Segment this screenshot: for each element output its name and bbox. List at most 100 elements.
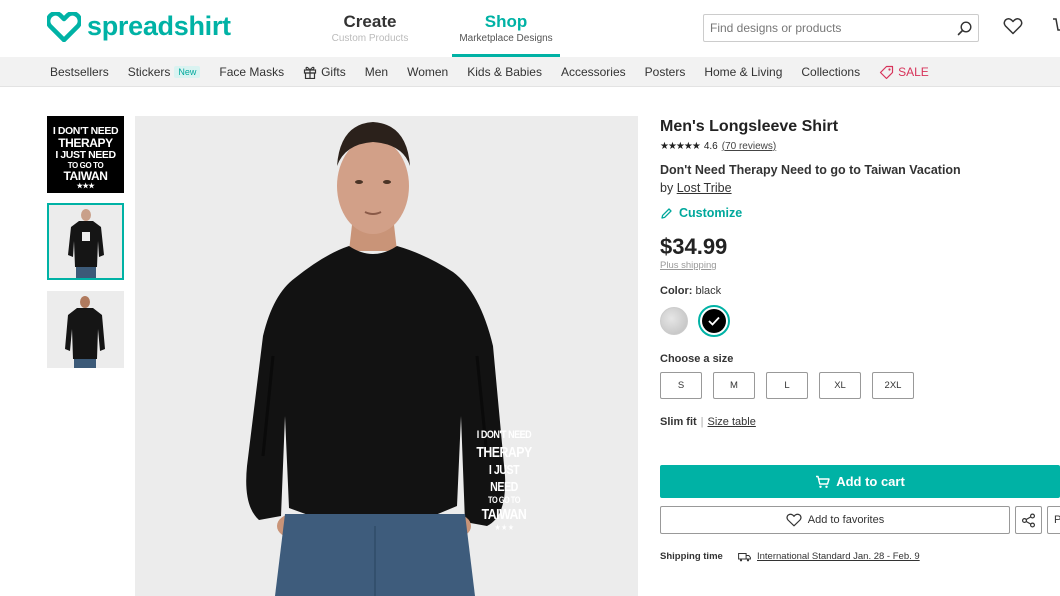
category-kids-babies[interactable]: Kids & Babies (467, 65, 542, 79)
color-swatch-black[interactable] (698, 305, 730, 337)
extra-action-button[interactable]: P (1047, 506, 1060, 534)
size-l-button[interactable]: L (766, 372, 808, 399)
category-label: Kids & Babies (467, 65, 542, 79)
category-stickers[interactable]: Stickers New (128, 65, 201, 79)
nav-create-sublabel: Custom Products (331, 33, 409, 44)
heart-icon (786, 513, 802, 527)
print-line: TAIWAN (63, 169, 108, 183)
rating-row: ★★★★★ 4.6 (70 reviews) (660, 139, 1060, 153)
thumbnail-model-back[interactable] (47, 291, 124, 368)
cart-icon (1053, 18, 1060, 31)
size-m-button[interactable]: M (713, 372, 755, 399)
new-badge: New (174, 66, 201, 78)
print-line: TAIWAN (481, 506, 527, 523)
search-input[interactable] (704, 15, 950, 41)
favorites-button[interactable] (1003, 17, 1023, 40)
fit-separator: | (700, 416, 704, 428)
print-line: I DON'T NEED (476, 429, 532, 441)
category-label: Women (407, 65, 449, 79)
size-options: S M L XL 2XL (660, 372, 1060, 399)
thumbnail-print-text: I DON'T NEED THERAPY I JUST NEED TO GO T… (47, 116, 124, 191)
category-label: Accessories (560, 65, 626, 79)
print-line: THERAPY (476, 444, 532, 461)
nav-create[interactable]: Create Custom Products (330, 12, 410, 44)
color-label-key: Color: (660, 285, 693, 297)
color-value: black (695, 285, 722, 297)
nav-shop-label: Shop (484, 12, 528, 31)
print-line: TO GO TO (488, 495, 520, 505)
print-line: ★★★ (76, 183, 95, 190)
shipping-time-label: Shipping time (660, 551, 723, 562)
truck-icon (738, 552, 751, 562)
checkmark-icon (708, 316, 720, 326)
category-label: Posters (644, 65, 686, 79)
main-product-image[interactable]: I DON'T NEED THERAPY I JUST NEED TO GO T… (135, 116, 638, 596)
color-swatches (660, 305, 1060, 337)
plus-shipping-link[interactable]: Plus shipping (660, 260, 1060, 271)
price: $34.99 (660, 234, 728, 259)
size-s-button[interactable]: S (660, 372, 702, 399)
customize-button[interactable]: Customize (660, 206, 1060, 220)
category-accessories[interactable]: Accessories (561, 65, 626, 79)
color-swatch-gray[interactable] (660, 307, 688, 335)
category-label: SALE (898, 65, 929, 79)
thumbnail-model-front[interactable] (47, 203, 124, 280)
customize-label: Customize (679, 206, 743, 220)
shipping-time-link[interactable]: International Standard Jan. 28 - Feb. 9 (757, 551, 920, 562)
cart-icon (816, 475, 830, 488)
category-label: Stickers (127, 65, 171, 79)
model-back-thumb-image (47, 291, 124, 368)
pencil-icon (661, 207, 672, 219)
category-men[interactable]: Men (365, 65, 388, 79)
category-posters[interactable]: Posters (645, 65, 686, 79)
category-collections[interactable]: Collections (801, 65, 860, 79)
category-women[interactable]: Women (407, 65, 448, 79)
size-table-link[interactable]: Size table (708, 416, 756, 428)
search-button[interactable] (950, 15, 978, 41)
category-bar: Bestsellers Stickers New Face Masks Gifts… (0, 57, 1060, 87)
nav-shop-sublabel: Marketplace Designs (459, 33, 553, 44)
category-face-masks[interactable]: Face Masks (219, 65, 284, 79)
category-label: Bestsellers (50, 65, 109, 79)
category-label: Gifts (321, 65, 346, 79)
product-title: Men's Longsleeve Shirt (660, 118, 839, 135)
reviews-link[interactable]: (70 reviews) (722, 141, 776, 152)
site-header: spreadshirt Create Custom Products Shop … (0, 0, 1060, 57)
color-label: Color: black (660, 285, 1060, 297)
model-photo (246, 122, 506, 596)
category-home-living[interactable]: Home & Living (704, 65, 782, 79)
size-xl-button[interactable]: XL (819, 372, 861, 399)
shipping-time-row: Shipping time International Standard Jan… (660, 551, 1060, 562)
add-to-favorites-button[interactable]: Add to favorites (660, 506, 1010, 534)
rating-value: 4.6 (703, 140, 718, 152)
product-info-panel: Men's Longsleeve Shirt ★★★★★ 4.6 (70 rev… (660, 116, 1060, 562)
nav-shop[interactable]: Shop Marketplace Designs (452, 12, 560, 57)
category-sale[interactable]: SALE (879, 65, 929, 80)
designer-link[interactable]: Lost Tribe (677, 181, 732, 195)
print-line: I JUST NEED (488, 462, 520, 494)
gift-icon (303, 66, 317, 79)
search-box (703, 14, 979, 42)
cart-button[interactable] (1052, 17, 1060, 37)
size-2xl-button[interactable]: 2XL (872, 372, 914, 399)
designer-line: by Lost Tribe (660, 181, 1060, 195)
heart-logo-icon (47, 11, 81, 42)
share-button[interactable] (1015, 506, 1042, 534)
size-label: Choose a size (660, 353, 734, 365)
by-prefix: by (660, 181, 674, 195)
color-swatch-black-fill (702, 309, 726, 333)
spreadshirt-logo[interactable]: spreadshirt (47, 11, 231, 42)
category-label: Home & Living (704, 65, 783, 79)
logo-text: spreadshirt (87, 11, 231, 41)
add-to-favorites-label: Add to favorites (807, 514, 885, 526)
thumbnail-design[interactable]: I DON'T NEED THERAPY I JUST NEED TO GO T… (47, 116, 124, 193)
heart-icon (1003, 18, 1023, 35)
print-line: ★ ★ ★ (494, 523, 514, 532)
add-to-cart-button[interactable]: Add to cart (660, 465, 1060, 498)
category-label: Men (364, 65, 389, 79)
category-gifts[interactable]: Gifts (303, 65, 346, 79)
search-icon (957, 20, 972, 35)
nav-create-label: Create (343, 12, 397, 31)
add-to-cart-label: Add to cart (836, 474, 905, 489)
category-bestsellers[interactable]: Bestsellers (50, 65, 109, 79)
